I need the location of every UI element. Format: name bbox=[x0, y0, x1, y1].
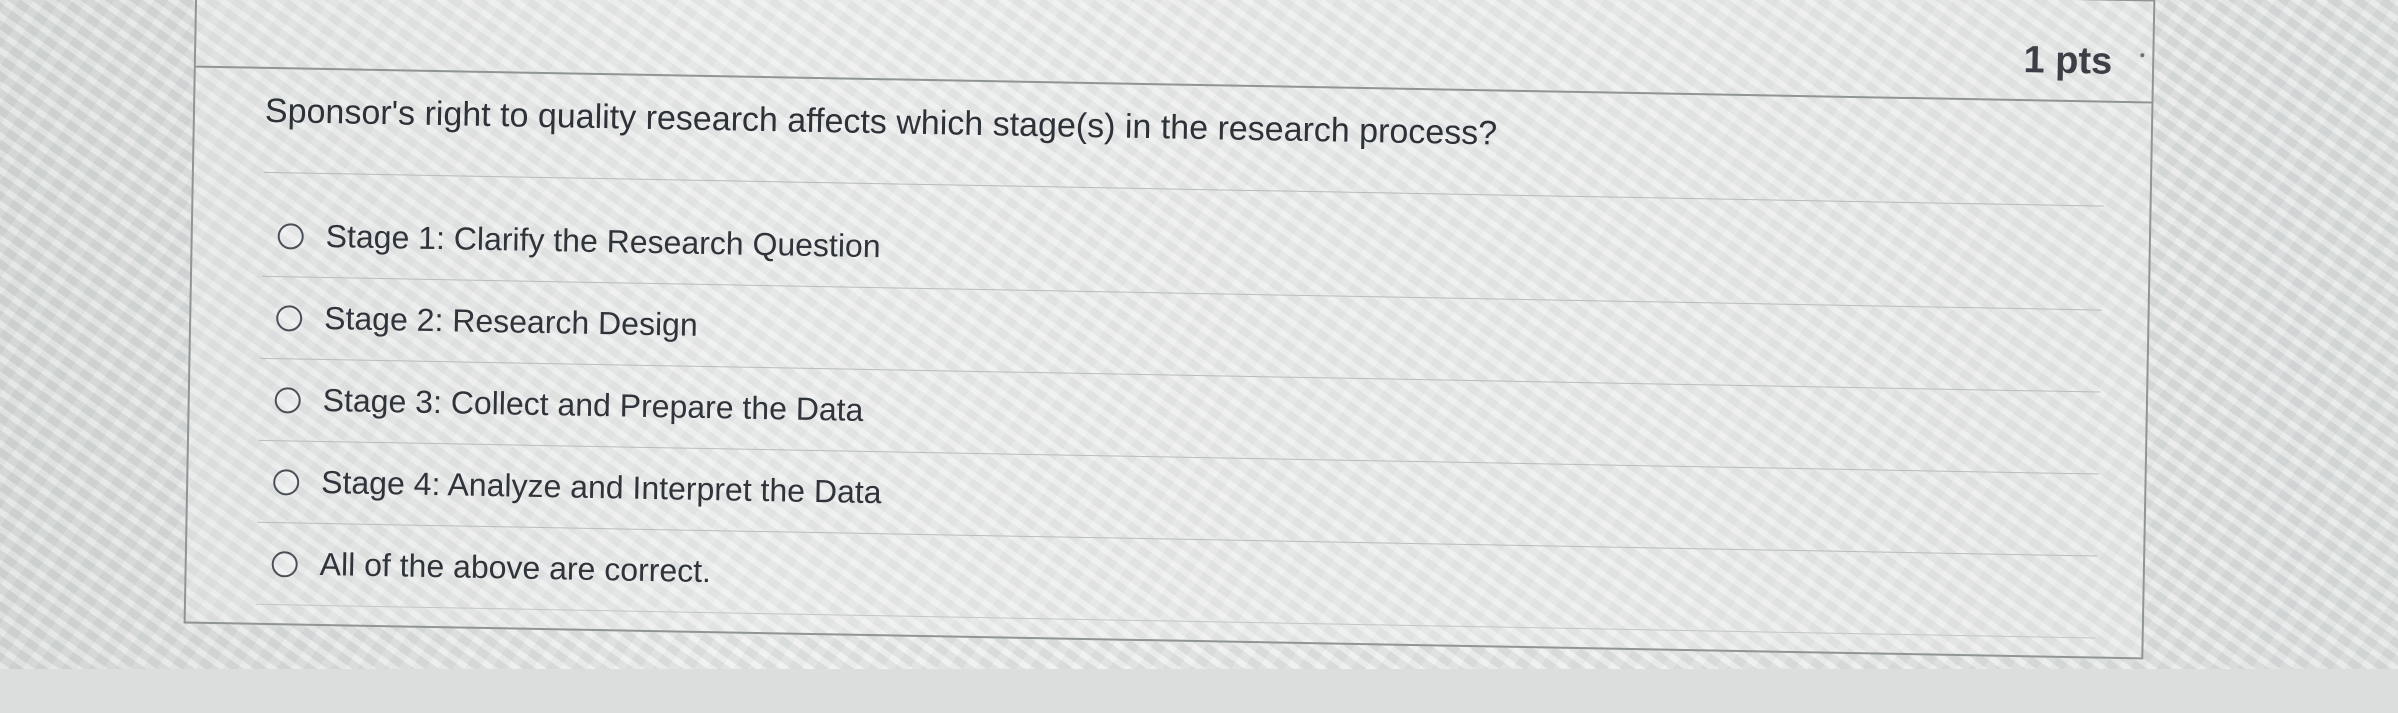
question-header: 1 pts bbox=[195, 0, 2154, 104]
header-dot bbox=[2140, 53, 2145, 58]
radio-button-2[interactable] bbox=[275, 304, 303, 332]
quiz-stage: 1 pts Sponsor's right to quality researc… bbox=[0, 0, 2398, 713]
radio-button-4[interactable] bbox=[272, 468, 300, 496]
answer-label-4[interactable]: Stage 4: Analyze and Interpret the Data bbox=[321, 464, 882, 511]
answer-label-2[interactable]: Stage 2: Research Design bbox=[324, 300, 698, 344]
answer-label-1[interactable]: Stage 1: Clarify the Research Question bbox=[325, 218, 881, 265]
points-label: 1 pts bbox=[2023, 39, 2113, 83]
radio-button-3[interactable] bbox=[274, 386, 301, 414]
radio-button-1[interactable] bbox=[277, 222, 304, 250]
answer-label-5[interactable]: All of the above are correct. bbox=[319, 546, 711, 590]
question-text: Sponsor's right to quality research affe… bbox=[264, 91, 1498, 153]
question-card: 1 pts Sponsor's right to quality researc… bbox=[183, 0, 2156, 660]
answer-label-3[interactable]: Stage 3: Collect and Prepare the Data bbox=[322, 382, 863, 429]
answer-list: Stage 1: Clarify the Research Question S… bbox=[255, 194, 2104, 639]
radio-button-5[interactable] bbox=[271, 550, 298, 578]
